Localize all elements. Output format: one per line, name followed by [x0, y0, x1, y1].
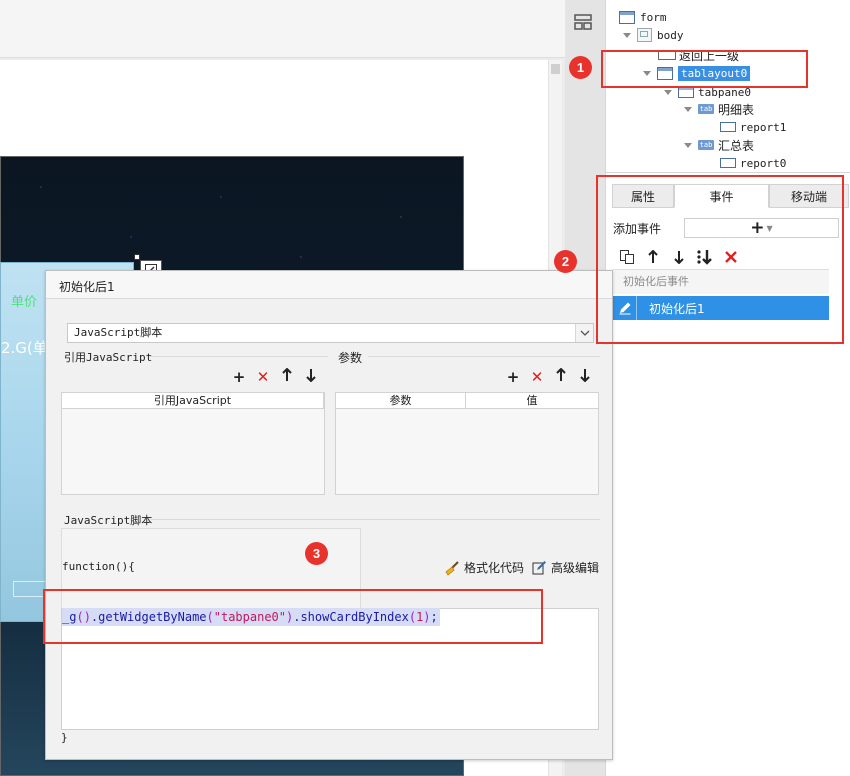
advanced-edit-button[interactable]: 高级编辑: [532, 559, 599, 576]
section-divider: [368, 356, 600, 357]
chevron-down-icon[interactable]: [575, 324, 593, 342]
annotation-badge-2: 2: [554, 250, 577, 273]
ref-js-toolbar: + ✕: [231, 367, 319, 385]
edit-icon: [532, 561, 546, 575]
dialog-title: 初始化后1: [59, 280, 115, 294]
script-type-select[interactable]: JavaScript脚本: [67, 323, 594, 343]
tree-label: 汇总表: [718, 138, 755, 153]
function-signature: function(){: [62, 560, 135, 573]
tree-node-report1[interactable]: report1: [720, 119, 786, 135]
tree-label: report0: [740, 156, 787, 170]
tree-label: body: [657, 28, 684, 42]
report-icon: [720, 158, 736, 168]
expand-triangle-icon[interactable]: [684, 142, 692, 148]
canvas-top-bar: [0, 0, 565, 58]
arrow-up-icon[interactable]: [279, 367, 295, 385]
section-divider: [150, 519, 600, 520]
tab-icon: tab: [698, 104, 714, 114]
js-section-label: JavaScript脚本: [64, 514, 153, 527]
tree-node-form[interactable]: form: [619, 9, 667, 25]
add-icon[interactable]: +: [505, 369, 521, 385]
add-icon[interactable]: +: [231, 369, 247, 385]
tree-node-tab-summary[interactable]: tab 汇总表: [684, 137, 754, 153]
form-icon: [619, 10, 635, 24]
tree-node-report0[interactable]: report0: [720, 155, 786, 171]
expand-triangle-icon[interactable]: [684, 106, 692, 112]
annotation-box-1: [601, 50, 808, 88]
section-divider: [150, 356, 328, 357]
tab-icon: tab: [698, 140, 714, 150]
annotation-box-2: [596, 175, 844, 344]
scrollbar-thumb[interactable]: [551, 64, 560, 74]
ref-js-table-body[interactable]: [61, 409, 325, 495]
delete-icon[interactable]: ✕: [255, 369, 271, 385]
annotation-badge-1: 1: [569, 56, 592, 79]
format-code-button[interactable]: 格式化代码: [444, 559, 524, 576]
params-toolbar: + ✕: [505, 367, 593, 385]
column-header-value[interactable]: 值: [466, 393, 598, 408]
dialog-title-bar[interactable]: 初始化后1: [46, 271, 612, 299]
broom-icon: [445, 560, 459, 576]
tree-label: report1: [740, 120, 787, 134]
delete-icon[interactable]: ✕: [529, 369, 545, 385]
arrow-down-icon[interactable]: [303, 368, 319, 385]
arrow-up-icon[interactable]: [553, 367, 569, 385]
widget-text-price: 单价: [11, 295, 38, 310]
tree-node-tab-detail[interactable]: tab 明细表: [684, 101, 754, 117]
widget-text-value: 2.G(单: [1, 339, 48, 357]
tree-node-body[interactable]: body: [623, 27, 684, 43]
ref-js-table-header: 引用JavaScript: [61, 392, 325, 409]
column-header-ref-js[interactable]: 引用JavaScript: [62, 393, 324, 408]
ref-js-section-label: 引用JavaScript: [64, 351, 153, 364]
body-icon: [637, 28, 652, 42]
params-table-header: 参数 值: [335, 392, 599, 409]
expand-triangle-icon[interactable]: [664, 89, 672, 95]
params-table-body[interactable]: [335, 409, 599, 495]
arrow-down-icon[interactable]: [577, 368, 593, 385]
annotation-badge-3: 3: [305, 542, 328, 565]
function-closing-brace: }: [61, 731, 68, 744]
report-icon: [720, 122, 736, 132]
format-code-label: 格式化代码: [464, 561, 525, 575]
annotation-box-3: [43, 589, 543, 644]
layout-icon[interactable]: [574, 13, 592, 31]
params-section-label: 参数: [338, 351, 363, 365]
script-type-value: JavaScript脚本: [74, 326, 163, 339]
expand-triangle-icon[interactable]: [623, 32, 631, 38]
advanced-edit-label: 高级编辑: [551, 561, 600, 575]
column-header-param[interactable]: 参数: [336, 393, 466, 408]
tree-label: form: [640, 10, 667, 24]
tree-label: 明细表: [718, 102, 755, 117]
